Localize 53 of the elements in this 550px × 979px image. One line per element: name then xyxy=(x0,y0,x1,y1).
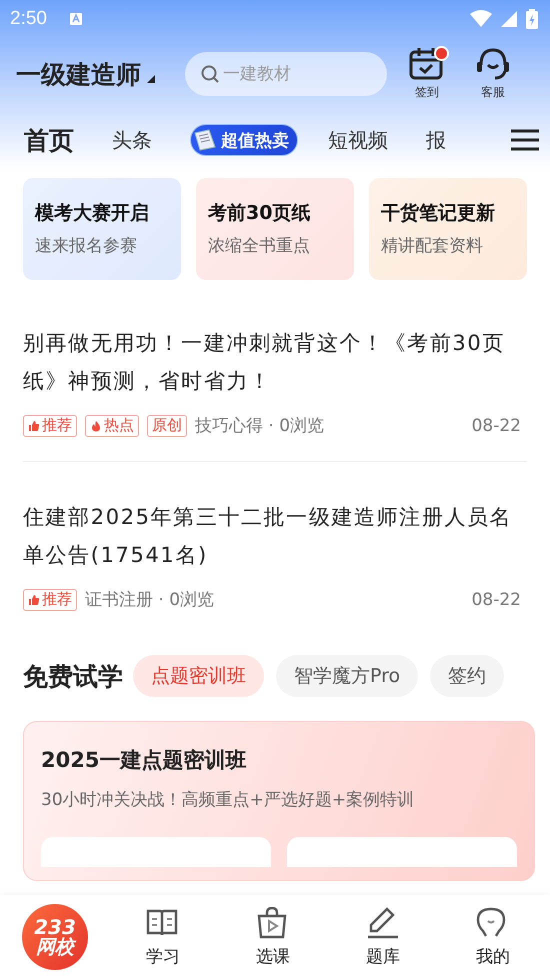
article-meta: 证书注册 · 0浏览 xyxy=(85,589,214,611)
section-title: 免费试学 xyxy=(23,660,123,692)
headset-icon xyxy=(475,47,511,81)
card-subtitle: 浓缩全书重点 xyxy=(208,235,311,257)
menu-icon xyxy=(510,129,540,151)
tag: 原创 xyxy=(147,414,187,436)
nav-item[interactable]: 我的 xyxy=(458,906,528,968)
promo-card[interactable]: 干货笔记更新 精讲配套资料 xyxy=(369,178,527,280)
course-card[interactable]: 2025一建点题密训班 30小时冲关决战！高频重点+严选好题+案例特训 xyxy=(23,721,535,881)
promo-card[interactable]: 考前30页纸 浓缩全书重点 xyxy=(196,178,354,280)
card-title: 干货笔记更新 xyxy=(381,201,496,226)
article-title[interactable]: 住建部2025年第三十二批一级建造师注册人员名单公告(17541名) xyxy=(23,498,527,574)
check-in-button[interactable]: 签到 xyxy=(403,47,451,101)
card-title: 考前30页纸 xyxy=(208,201,312,226)
battery-icon xyxy=(526,9,538,29)
flame-icon xyxy=(90,420,102,432)
search-field[interactable]: 一建教材 xyxy=(185,52,387,96)
nav-tab[interactable]: 头条 xyxy=(112,120,152,160)
status-time: 2:50 xyxy=(10,8,47,30)
search-icon xyxy=(201,65,219,83)
filter-chip[interactable]: 智学魔方Pro xyxy=(276,655,418,697)
home-logo[interactable]: 233 网校 xyxy=(22,904,88,970)
signal-icon xyxy=(500,10,518,28)
course-subtitle: 30小时冲关决战！高频重点+严选好题+案例特训 xyxy=(41,789,416,811)
filter-chip[interactable]: 点题密训班 xyxy=(133,655,264,697)
nav-item[interactable]: 学习 xyxy=(128,906,198,968)
tag: 热点 xyxy=(85,414,139,436)
nav-item[interactable]: 选课 xyxy=(238,906,308,968)
tag: 推荐 xyxy=(23,414,77,436)
article-title[interactable]: 别再做无用功！一建冲刺就背这个！《考前30页纸》神预测，省时省力！ xyxy=(23,324,527,400)
pencil-icon xyxy=(366,906,400,938)
filter-chip[interactable]: 签约 xyxy=(430,655,504,697)
card-title: 模考大赛开启 xyxy=(35,201,150,226)
nav-item[interactable]: 题库 xyxy=(348,906,418,968)
article-date: 08-22 xyxy=(472,416,521,436)
thumbs-up-icon xyxy=(28,420,40,432)
nav-tab[interactable]: 报 xyxy=(426,120,446,160)
calendar-icon xyxy=(409,47,445,81)
wifi-icon xyxy=(470,10,492,28)
tag: 推荐 xyxy=(23,588,77,610)
promo-tab[interactable]: 超值热卖 xyxy=(190,124,298,156)
nav-tab[interactable]: 短视频 xyxy=(328,120,388,160)
card-subtitle: 速来报名参赛 xyxy=(35,235,138,257)
promo-card[interactable]: 模考大赛开启 速来报名参赛 xyxy=(23,178,181,280)
course-title: 2025一建点题密训班 xyxy=(41,747,248,774)
exam-selector[interactable]: 一级建造师 xyxy=(16,58,155,90)
card-subtitle: 精讲配套资料 xyxy=(381,235,484,257)
keyboard-icon xyxy=(68,12,83,26)
article-date: 08-22 xyxy=(472,590,521,610)
thumbs-up-icon xyxy=(28,594,40,606)
support-button[interactable]: 客服 xyxy=(469,47,517,101)
dropdown-caret-icon xyxy=(147,74,155,82)
article-meta: 技巧心得 · 0浏览 xyxy=(195,415,324,437)
